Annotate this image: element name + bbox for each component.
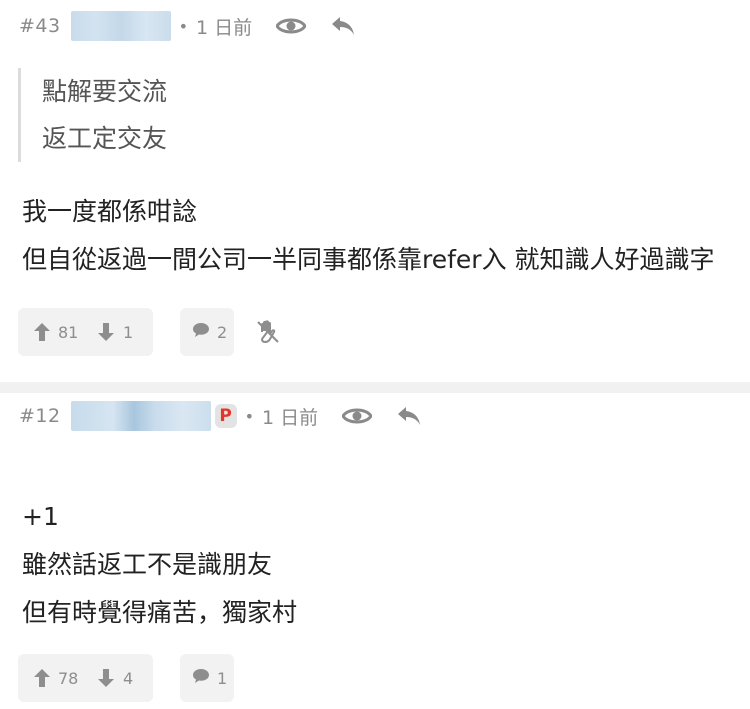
content-line: 但自從返過一間公司一半同事都係靠refer入 就知識人好過識字: [22, 245, 715, 274]
upvote-count: 78: [58, 668, 79, 688]
vote-box: 78 4: [18, 654, 153, 702]
eye-icon[interactable]: [276, 12, 307, 40]
thumb-up-icon[interactable]: [34, 669, 50, 687]
username-blurred[interactable]: [70, 11, 171, 41]
post-content: 我一度都係咁諗 但自從返過一間公司一半同事都係靠refer入 就知識人好過識字: [22, 188, 715, 284]
hand-stop-icon[interactable]: [256, 320, 280, 344]
downvote-count: 4: [123, 668, 134, 688]
vote-box: 81 1: [18, 308, 153, 356]
post-12: #12 P • 1 日前 +1 雖然話返工不是識朋友 但有時覺得痛苦，獨家村 7…: [0, 393, 750, 709]
meta-separator-dot: •: [244, 406, 255, 426]
post-43: #43 • 1 日前 點解要交流 返工定交友 我一度都係咁諗 但自從返過一間公司…: [0, 0, 750, 382]
meta-separator-dot: •: [178, 16, 189, 36]
thumb-up-icon[interactable]: [34, 323, 50, 341]
content-line: +1: [22, 502, 59, 531]
post-number: #43: [19, 15, 61, 37]
content-line: 我一度都係咁諗: [22, 197, 198, 226]
eye-icon[interactable]: [342, 402, 373, 430]
downvote-count: 1: [123, 322, 134, 342]
post-time: 1 日前: [262, 406, 319, 429]
upvote-count: 81: [58, 322, 79, 342]
username-blurred[interactable]: [70, 401, 211, 431]
post-actions: 81 1 2: [18, 308, 280, 356]
post-meta: #12 P • 1 日前: [19, 401, 424, 431]
content-line: 雖然話返工不是識朋友: [22, 550, 273, 579]
comment-icon: [192, 668, 210, 688]
comment-count: 1: [217, 668, 228, 688]
post-actions: 78 4 1: [18, 654, 234, 702]
post-number: #12: [19, 405, 61, 427]
comment-icon: [192, 322, 210, 342]
content-line: 但有時覺得痛苦，獨家村: [22, 598, 298, 627]
comment-button[interactable]: 1: [180, 654, 234, 702]
post-time: 1 日前: [196, 16, 253, 39]
thumb-down-icon[interactable]: [98, 669, 114, 687]
comment-count: 2: [217, 322, 228, 342]
quote-line: 返工定交友: [42, 124, 168, 153]
post-separator: [0, 382, 750, 393]
comment-button[interactable]: 2: [180, 308, 234, 356]
post-content: +1 雖然話返工不是識朋友 但有時覺得痛苦，獨家村: [22, 493, 297, 637]
poster-badge: P: [214, 404, 237, 428]
quote-line: 點解要交流: [42, 77, 168, 106]
post-meta: #43 • 1 日前: [19, 11, 358, 41]
reply-icon[interactable]: [394, 402, 424, 430]
thumb-down-icon[interactable]: [98, 323, 114, 341]
reply-icon[interactable]: [328, 12, 358, 40]
quoted-text: 點解要交流 返工定交友: [18, 68, 167, 162]
